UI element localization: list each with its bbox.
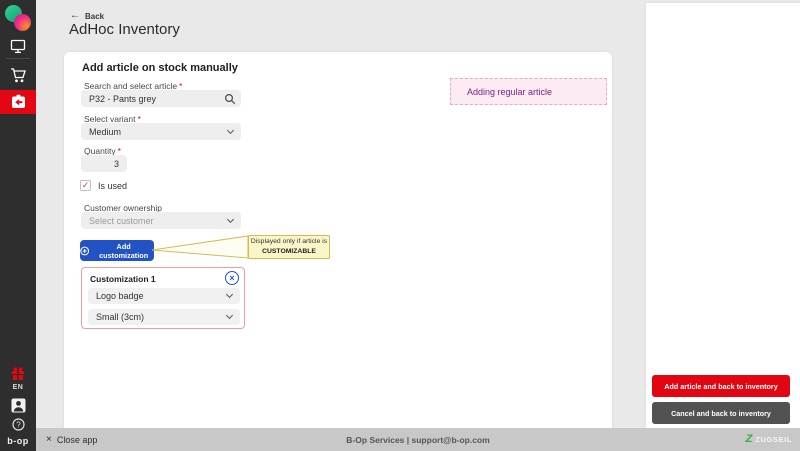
customer-select[interactable]: Select customer bbox=[81, 212, 241, 229]
help-icon: ? bbox=[12, 418, 25, 431]
chevron-down-icon bbox=[227, 215, 234, 222]
svg-text:?: ? bbox=[16, 420, 21, 429]
page-title: AdHoc Inventory bbox=[69, 21, 180, 38]
chevron-down-icon bbox=[226, 291, 233, 298]
customizable-callout: Displayed only if article is CUSTOMIZABL… bbox=[248, 235, 330, 259]
sidebar-item-rewards[interactable] bbox=[0, 366, 36, 380]
sidebar-item-profile[interactable] bbox=[0, 397, 36, 413]
is-used-checkbox[interactable]: ✓ bbox=[80, 180, 91, 191]
sidebar-item-terminal[interactable] bbox=[0, 38, 36, 54]
close-app-label: Close app bbox=[57, 435, 98, 445]
chevron-down-icon bbox=[226, 312, 233, 319]
cancel-button[interactable]: Cancel and back to inventory bbox=[652, 402, 790, 424]
annotation-note-text: Adding regular article bbox=[467, 87, 552, 97]
quantity-input[interactable] bbox=[81, 155, 127, 172]
sidebar-item-shop[interactable] bbox=[0, 66, 36, 84]
customer-select-placeholder: Select customer bbox=[89, 216, 154, 226]
add-article-card: Add article on stock manually Search and… bbox=[64, 52, 612, 428]
logo-pink-blob bbox=[14, 14, 31, 31]
variant-select-value: Medium bbox=[89, 127, 121, 137]
is-used-label: Is used bbox=[98, 181, 127, 191]
back-button[interactable]: ← Back bbox=[70, 11, 104, 21]
gift-icon bbox=[11, 367, 25, 380]
add-customization-button[interactable]: Add customization bbox=[80, 240, 154, 261]
add-customization-label: Add customization bbox=[93, 242, 154, 260]
customization-type-value: Logo badge bbox=[96, 291, 144, 301]
back-arrow-icon: ← bbox=[70, 11, 80, 21]
customization-size-select[interactable]: Small (3cm) bbox=[88, 309, 240, 325]
add-article-button[interactable]: Add article and back to inventory bbox=[652, 375, 790, 397]
close-circle-icon: × bbox=[229, 274, 234, 283]
language-selector[interactable]: EN bbox=[0, 384, 36, 391]
callout-pointer bbox=[150, 234, 250, 260]
card-title: Add article on stock manually bbox=[82, 62, 238, 74]
callout-line1: Displayed only if article is bbox=[251, 237, 327, 247]
plus-circle-icon bbox=[80, 246, 89, 256]
actions-panel: Add article and back to inventory Cancel… bbox=[646, 3, 800, 428]
customization-title: Customization 1 bbox=[90, 274, 156, 284]
search-icon[interactable] bbox=[224, 93, 236, 105]
customization-size-value: Small (3cm) bbox=[96, 312, 144, 322]
search-article-input[interactable] bbox=[81, 90, 241, 107]
sidebar-item-inventory-active[interactable] bbox=[0, 90, 36, 114]
inventory-box-icon bbox=[10, 94, 27, 110]
back-label: Back bbox=[85, 12, 104, 21]
chevron-down-icon bbox=[227, 126, 234, 133]
annotation-note: Adding regular article bbox=[450, 78, 607, 105]
remove-customization-button[interactable]: × bbox=[225, 271, 239, 285]
avatar-icon bbox=[11, 398, 26, 413]
is-used-checkbox-row[interactable]: ✓ Is used bbox=[80, 180, 127, 191]
app-logo-icon[interactable] bbox=[5, 5, 31, 31]
customization-type-select[interactable]: Logo badge bbox=[88, 288, 240, 304]
customization-panel: Customization 1 × Logo badge Small (3cm) bbox=[81, 267, 245, 329]
cart-icon bbox=[10, 67, 27, 84]
variant-select[interactable]: Medium bbox=[81, 123, 241, 140]
zugseil-brand: Z ZUGSEIL bbox=[746, 428, 792, 451]
brand-name: ZUGSEIL bbox=[755, 435, 792, 444]
sidebar-divider bbox=[6, 58, 30, 59]
sidebar-item-help[interactable]: ? bbox=[0, 417, 36, 431]
sidebar: EN ? b-op bbox=[0, 0, 36, 451]
monitor-icon bbox=[10, 39, 26, 54]
bop-logo: b-op bbox=[0, 436, 36, 446]
support-text: B-Op Services | support@b-op.com bbox=[346, 428, 489, 451]
status-bar: × Close app B-Op Services | support@b-op… bbox=[36, 428, 800, 451]
adhoc-inventory-app: EN ? b-op ← Back AdHoc Inventory Add art… bbox=[0, 0, 800, 451]
close-x-icon: × bbox=[46, 435, 52, 445]
close-app-button[interactable]: × Close app bbox=[46, 428, 97, 451]
callout-line2: CUSTOMIZABLE bbox=[262, 247, 316, 257]
brand-z-icon: Z bbox=[746, 434, 753, 445]
